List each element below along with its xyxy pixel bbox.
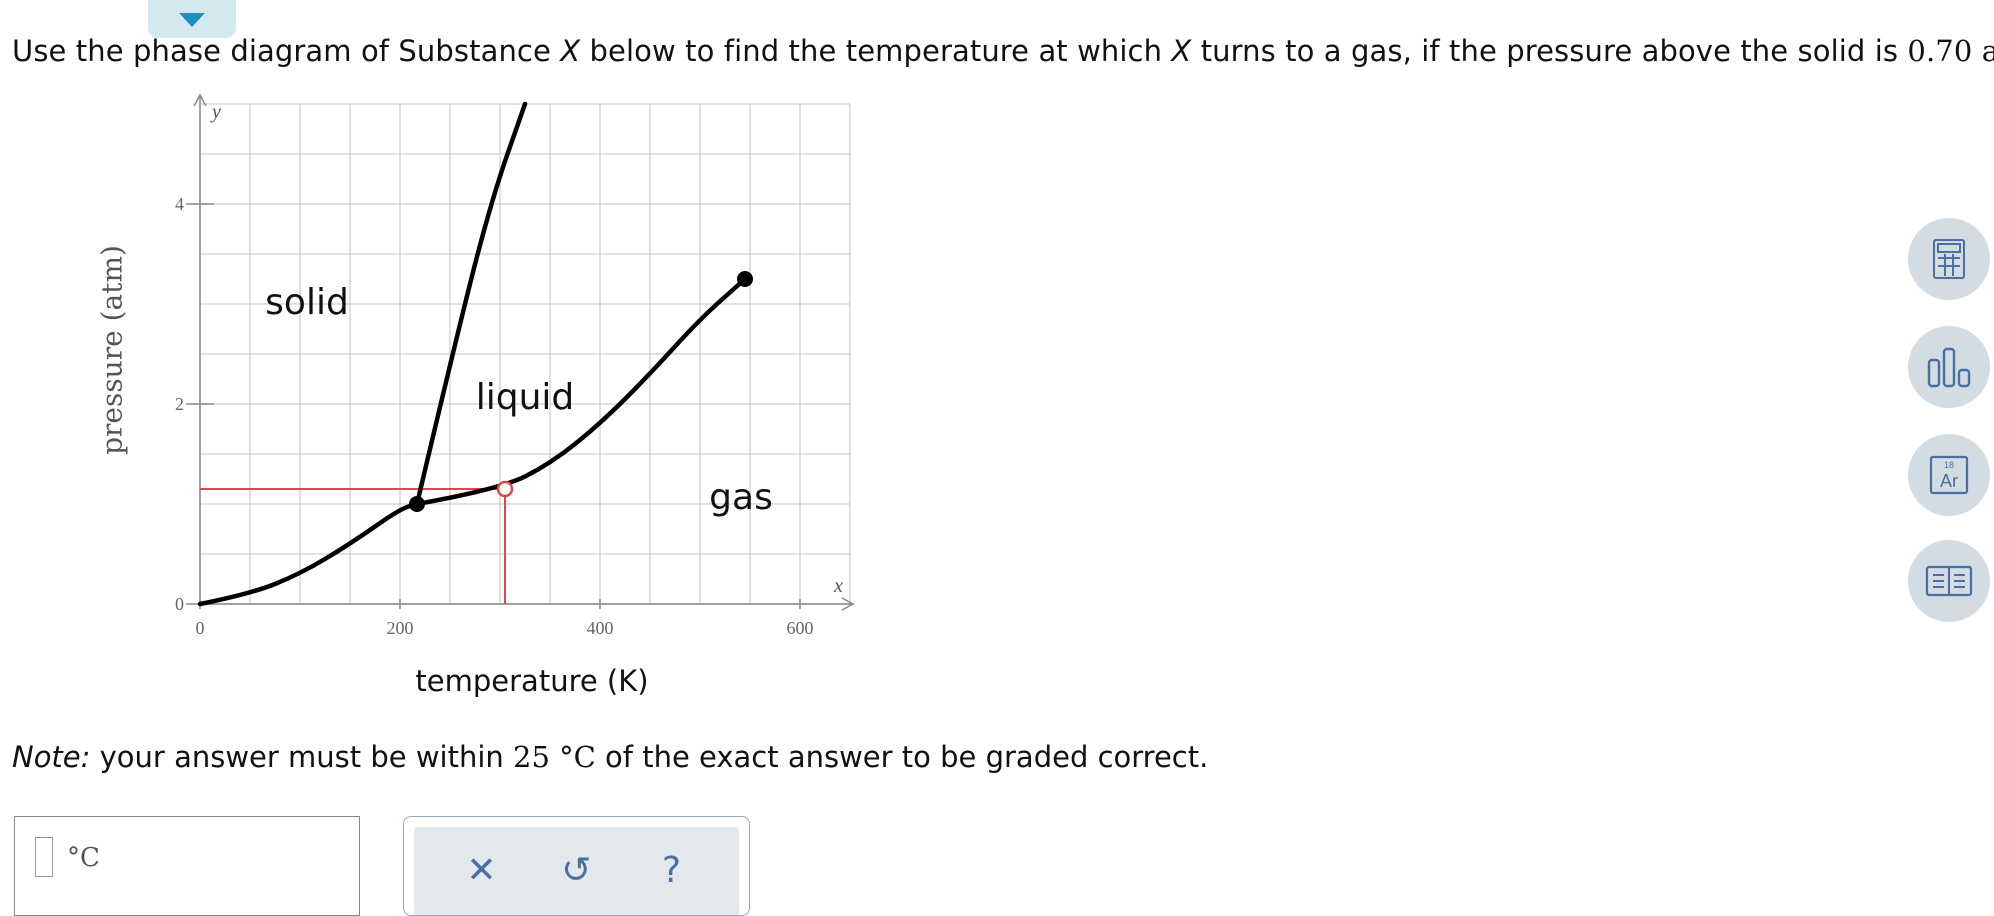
critical-point-marker (409, 496, 425, 512)
toolbar-inner: ✕ ↺ ? (414, 827, 739, 915)
note-label: Note: (12, 740, 91, 774)
y-tick-label: 4 (175, 194, 184, 214)
data-chart-button[interactable] (1908, 326, 1990, 408)
answer-toolbar: ✕ ↺ ? (403, 816, 750, 916)
undo-button[interactable]: ↺ (552, 853, 602, 889)
pressure-unit: atm (1981, 34, 1994, 68)
question-part: below to find the temperature at which (580, 34, 1172, 68)
chevron-down-icon (179, 13, 205, 27)
phase-boundary-curve (414, 276, 748, 507)
calculator-icon (1933, 239, 1965, 279)
x-axis-symbol: x (833, 575, 843, 597)
periodic-number: 18 (1944, 460, 1954, 470)
answer-input[interactable]: °C (14, 816, 360, 916)
substance-variable: X (560, 34, 581, 68)
pressure-value: 0.70 (1907, 34, 1973, 68)
book-icon (1925, 565, 1973, 597)
region-label-liquid: liquid (476, 377, 575, 418)
calculator-button[interactable] (1908, 218, 1990, 300)
question-part: Use the phase diagram of Substance (12, 34, 561, 68)
clear-button[interactable]: ✕ (457, 853, 507, 889)
y-tick-label: 2 (175, 394, 184, 414)
note-text: Note: your answer must be within 25 °C o… (12, 740, 1208, 774)
collapse-toggle[interactable] (148, 0, 236, 38)
x-axis-label: temperature (K) (415, 664, 649, 698)
substance-variable: X (1171, 34, 1192, 68)
critical-point-marker (737, 271, 753, 287)
phase-diagram-chart: 0 200 400 600 0 2 4 x y solid liquid gas (175, 93, 855, 638)
question-part: turns to a gas, if the pressure above th… (1191, 34, 1908, 68)
reference-button[interactable] (1908, 540, 1990, 622)
answer-point-marker (496, 480, 514, 498)
x-tick-label: 0 (196, 618, 205, 638)
input-placeholder-box[interactable] (35, 837, 53, 877)
periodic-table-icon: 18 Ar (1929, 455, 1969, 495)
answer-unit: °C (67, 843, 100, 873)
region-label-gas: gas (709, 477, 773, 518)
bar-chart-icon (1927, 347, 1971, 388)
periodic-symbol: Ar (1940, 471, 1958, 491)
periodic-table-button[interactable]: 18 Ar (1908, 434, 1990, 516)
x-tick-label: 600 (787, 618, 814, 638)
region-label-solid: solid (265, 282, 349, 323)
y-tick-label: 0 (175, 594, 184, 614)
note-part: your answer must be within (90, 740, 514, 774)
y-axis-symbol: y (210, 101, 221, 123)
help-button[interactable]: ? (647, 853, 697, 889)
question-text: Use the phase diagram of Substance X bel… (12, 34, 1994, 68)
x-tick-label: 200 (387, 618, 414, 638)
tolerance-value: 25 °C (513, 740, 596, 774)
x-tick-label: 400 (587, 618, 614, 638)
note-part: of the exact answer to be graded correct… (595, 740, 1209, 774)
